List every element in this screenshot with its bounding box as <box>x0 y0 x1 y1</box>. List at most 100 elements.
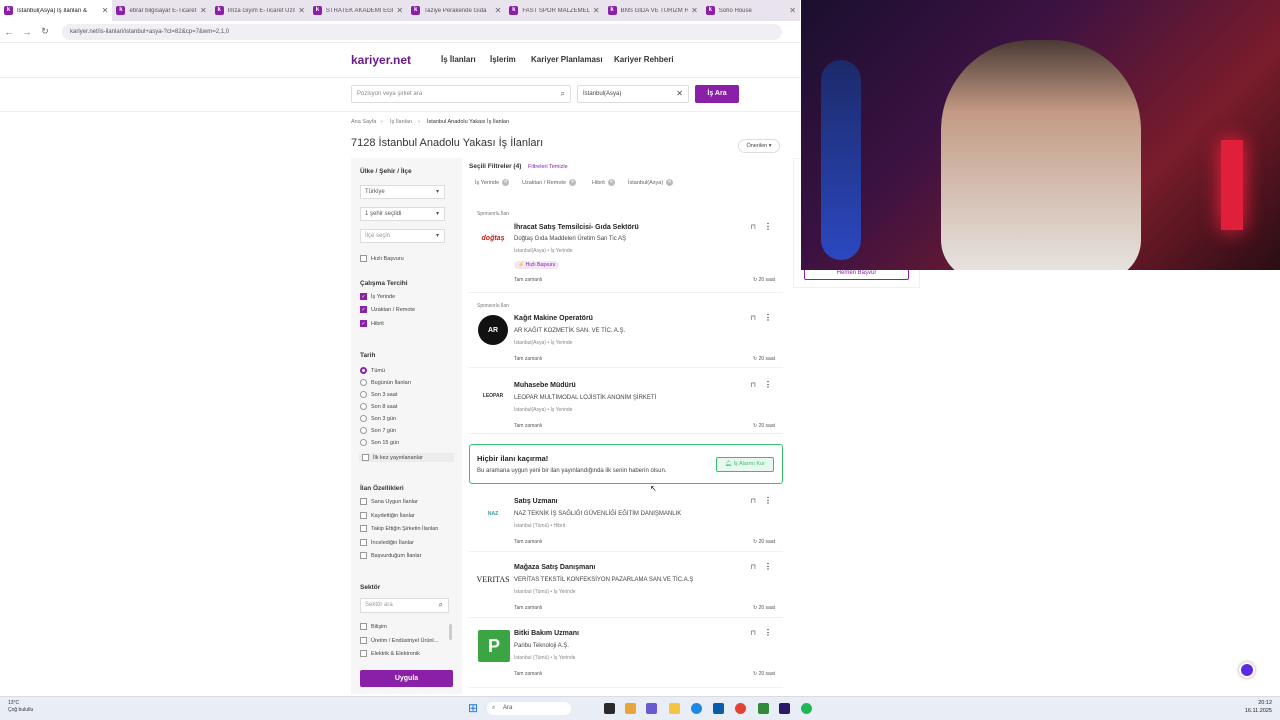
back-icon[interactable]: ← <box>0 27 18 37</box>
job-card[interactable]: LEOPAR Muhasebe Müdürü LEOPAR MULTIMODAL… <box>469 372 783 434</box>
job-card[interactable]: P Bitki Bakım Uzmanı Paribu Teknoloji A.… <box>469 622 783 688</box>
date-15d[interactable]: Son 15 gün <box>360 439 399 446</box>
nav-my-jobs[interactable]: İşlerim <box>490 55 516 64</box>
more-icon[interactable]: ⋮ <box>764 562 772 571</box>
work-pref-remote[interactable]: ✓ Uzaktan / Remote <box>360 306 415 313</box>
close-icon[interactable]: ✕ <box>495 6 502 15</box>
close-icon[interactable]: ✕ <box>102 6 109 15</box>
close-icon[interactable]: ✕ <box>607 179 615 186</box>
company-name[interactable]: Doğtaş Gıda Maddeleri Üretim San Tic AŞ <box>514 236 626 242</box>
nav-career-planning[interactable]: Kariyer Planlaması <box>531 55 603 64</box>
bookmark-icon[interactable]: ⊓ <box>751 381 756 389</box>
browser-tab[interactable]: k Taziye Perakende Gıda ✕ <box>407 0 505 21</box>
job-title[interactable]: Muhasebe Müdürü <box>514 382 576 389</box>
sector-it[interactable]: Bilişim <box>360 623 387 630</box>
job-title[interactable]: Satış Uzmanı <box>514 498 558 505</box>
feature-applied[interactable]: Başvurduğum İlanlar <box>360 552 421 559</box>
url-field[interactable]: kariyer.net/is-ilanlari/istanbul+asya-?c… <box>62 23 782 40</box>
task-view-icon[interactable] <box>604 703 615 714</box>
close-icon[interactable]: ✕ <box>502 179 510 186</box>
company-name[interactable]: AR KAĞIT KOZMETİK SAN. VE TİC. A.Ş. <box>514 328 625 334</box>
filter-chip[interactable]: Uzaktan / Remote ✕ <box>522 179 577 186</box>
close-icon[interactable]: ✕ <box>789 6 796 15</box>
edge-icon[interactable] <box>691 703 702 714</box>
fast-apply-checkbox[interactable]: Hızlı Başvuru <box>360 255 404 262</box>
feature-followed[interactable]: Takip Ettiğin Şirketin İlanları <box>360 525 439 532</box>
job-card[interactable]: VERITAS Mağaza Satış Danışmanı VERİTAS T… <box>469 556 783 618</box>
browser-tab[interactable]: k İstanbul(Asya) İş İlanları & ✕ <box>0 0 113 21</box>
search-button[interactable]: İş Ara <box>695 85 739 103</box>
date-all[interactable]: Tümü <box>360 367 385 374</box>
clear-location-icon[interactable]: ✕ <box>676 86 683 102</box>
more-icon[interactable]: ⋮ <box>764 313 772 322</box>
job-card[interactable]: NAZ Satış Uzmanı NAZ TEKNİK İŞ SAĞLIĞI G… <box>469 490 783 552</box>
logo[interactable]: kariyer.net <box>351 53 411 67</box>
premiere-icon[interactable] <box>779 703 790 714</box>
sector-scrollbar[interactable] <box>449 624 452 640</box>
work-pref-onsite[interactable]: ✓ İş Yerinde <box>360 293 395 300</box>
browser-tab[interactable]: k ebrar bilgisayar E-Ticaret ✕ <box>112 0 210 21</box>
date-today[interactable]: Bugünün İlanları <box>360 379 411 386</box>
browser-tab[interactable]: k Soho House ✕ <box>702 0 800 21</box>
browser-tab[interactable]: kFAST SPOR MALZEMELER✕ <box>505 0 603 21</box>
bookmark-icon[interactable]: ⊓ <box>751 497 756 505</box>
close-icon[interactable]: ✕ <box>593 6 600 15</box>
spotify-icon[interactable] <box>801 703 812 714</box>
breadcrumb-home[interactable]: Ana Sayfa <box>351 119 376 125</box>
job-title[interactable]: Bitki Bakım Uzmanı <box>514 630 579 637</box>
feature-viewed[interactable]: İncelediğin İlanlar <box>360 539 414 546</box>
close-icon[interactable]: ✕ <box>298 6 305 15</box>
bookmark-icon[interactable]: ⊓ <box>751 223 756 231</box>
browser-tab[interactable]: k BNS GIDA VE TURİZM Hİ ✕ <box>604 0 702 21</box>
nav-jobs[interactable]: İş İlanları <box>441 55 476 64</box>
close-icon[interactable]: ✕ <box>396 6 403 15</box>
chrome-icon[interactable] <box>735 703 746 714</box>
sector-search-input[interactable]: Sektör ara ⌕ <box>360 598 449 613</box>
nav-career-guide[interactable]: Kariyer Rehberi <box>614 55 674 64</box>
taskbar-search[interactable]: ⌕ Ara <box>487 702 571 715</box>
company-name[interactable]: NAZ TEKNİK İŞ SAĞLIĞI GÜVENLİĞİ EĞİTİM D… <box>514 511 681 517</box>
date-3h[interactable]: Son 3 saat <box>360 391 397 398</box>
country-select[interactable]: Türkiye ▾ <box>360 185 445 199</box>
close-icon[interactable]: ✕ <box>569 179 577 186</box>
app-icon[interactable] <box>758 703 769 714</box>
date-7d[interactable]: Son 7 gün <box>360 427 396 434</box>
browser-tab[interactable]: k STRATEK AKADEMİ EĞİTİ ✕ <box>309 0 407 21</box>
location-input[interactable]: İstanbul(Asya) ✕ <box>577 85 689 103</box>
bookmark-icon[interactable]: ⊓ <box>751 629 756 637</box>
app-icon[interactable] <box>646 703 657 714</box>
forward-icon[interactable]: → <box>18 27 36 37</box>
more-icon[interactable]: ⋮ <box>764 496 772 505</box>
file-explorer-icon[interactable] <box>669 703 680 714</box>
filter-chip[interactable]: Hibrit ✕ <box>592 179 615 186</box>
assistant-fab-icon[interactable] <box>1239 662 1255 678</box>
search-icon[interactable]: ⌕ <box>439 599 443 611</box>
date-3d[interactable]: Son 3 gün <box>360 415 396 422</box>
job-title[interactable]: İhracat Satış Temsilcisi- Gıda Sektörü <box>514 224 639 231</box>
filter-chip[interactable]: İstanbul(Asya) ✕ <box>628 179 674 186</box>
more-icon[interactable]: ⋮ <box>764 628 772 637</box>
breadcrumb-jobs[interactable]: İş İlanları <box>390 119 412 125</box>
system-clock[interactable]: 20:12 16.11.2025 <box>1238 699 1272 715</box>
browser-tab[interactable]: k İmza Giyim E-Ticaret Uzm ✕ <box>211 0 309 21</box>
more-icon[interactable]: ⋮ <box>764 222 772 231</box>
company-name[interactable]: VERİTAS TEKSTİL KONFEKSİYON PAZARLAMA SA… <box>514 577 693 583</box>
windows-start-icon[interactable]: ⊞ <box>468 701 478 715</box>
sort-dropdown[interactable]: Önerilen ▾ <box>738 139 780 153</box>
clear-filters-link[interactable]: Filtreleri Temizle <box>528 164 568 170</box>
sector-electronics[interactable]: Elektrik & Elektronik <box>360 650 420 657</box>
app-icon[interactable] <box>625 703 636 714</box>
feature-suitable[interactable]: Sana Uygun İlanlar <box>360 498 418 505</box>
job-title[interactable]: Mağaza Satış Danışmanı <box>514 564 595 571</box>
more-icon[interactable]: ⋮ <box>764 380 772 389</box>
sector-manufacturing[interactable]: Üretim / Endüstriyel Ürünl... <box>360 637 438 644</box>
district-select[interactable]: İlçe seçin ▾ <box>360 229 445 243</box>
reload-icon[interactable]: ↻ <box>36 26 54 37</box>
app-icon[interactable] <box>713 703 724 714</box>
feature-saved[interactable]: Kaydettiğin İlanlar <box>360 512 415 519</box>
company-name[interactable]: Paribu Teknoloji A.Ş. <box>514 643 569 649</box>
work-pref-hybrid[interactable]: ✓ Hibrit <box>360 320 384 327</box>
weather-widget[interactable]: 13°C Çoğ bulutlu <box>8 700 33 714</box>
close-icon[interactable]: ✕ <box>666 179 674 186</box>
bookmark-icon[interactable]: ⊓ <box>751 563 756 571</box>
